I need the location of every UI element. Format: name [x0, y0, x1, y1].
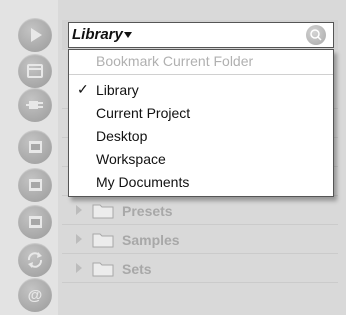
browser-icon[interactable]	[18, 54, 52, 88]
folder-label: Sets	[122, 261, 152, 277]
folder-icon[interactable]	[18, 205, 52, 239]
menu-item-workspace[interactable]: Workspace	[69, 148, 333, 170]
folder-icon[interactable]	[18, 130, 52, 164]
menu-item-bookmark-current-folder: Bookmark Current Folder	[96, 53, 254, 69]
refresh-icon[interactable]	[18, 243, 52, 277]
library-chooser-label: Library	[72, 26, 123, 43]
search-icon	[310, 29, 322, 41]
browser-row-samples[interactable]: Samples	[62, 225, 338, 254]
browser-row-presets[interactable]: Presets	[62, 196, 338, 225]
folder-icon	[92, 262, 114, 277]
folder-icon	[92, 233, 114, 248]
menu-item-my-documents[interactable]: My Documents	[69, 171, 333, 193]
expand-arrow-icon[interactable]	[76, 263, 82, 273]
play-icon[interactable]	[18, 18, 52, 52]
folder-icon	[92, 204, 114, 219]
plugin-icon[interactable]	[18, 88, 52, 122]
svg-text:@: @	[28, 287, 43, 304]
folder-label: Presets	[122, 203, 173, 219]
search-button[interactable]	[306, 25, 326, 45]
folder-icon[interactable]	[18, 168, 52, 202]
menu-item-library[interactable]: ✓ Library	[69, 79, 333, 101]
sidebar: @	[0, 0, 58, 315]
at-sign-icon[interactable]: @	[18, 278, 52, 312]
menu-item-desktop[interactable]: Desktop	[69, 125, 333, 147]
checkmark-icon: ✓	[77, 81, 89, 97]
menu-item-current-project[interactable]: Current Project	[69, 102, 333, 124]
expand-arrow-icon[interactable]	[76, 234, 82, 244]
expand-arrow-icon[interactable]	[76, 205, 82, 215]
browser-row-sets[interactable]: Sets	[62, 254, 338, 283]
chevron-down-icon	[124, 32, 132, 38]
library-dropdown-menu: Bookmark Current Folder ✓ Library Curren…	[68, 49, 334, 197]
folder-label: Samples	[122, 232, 180, 248]
menu-separator	[69, 74, 333, 75]
